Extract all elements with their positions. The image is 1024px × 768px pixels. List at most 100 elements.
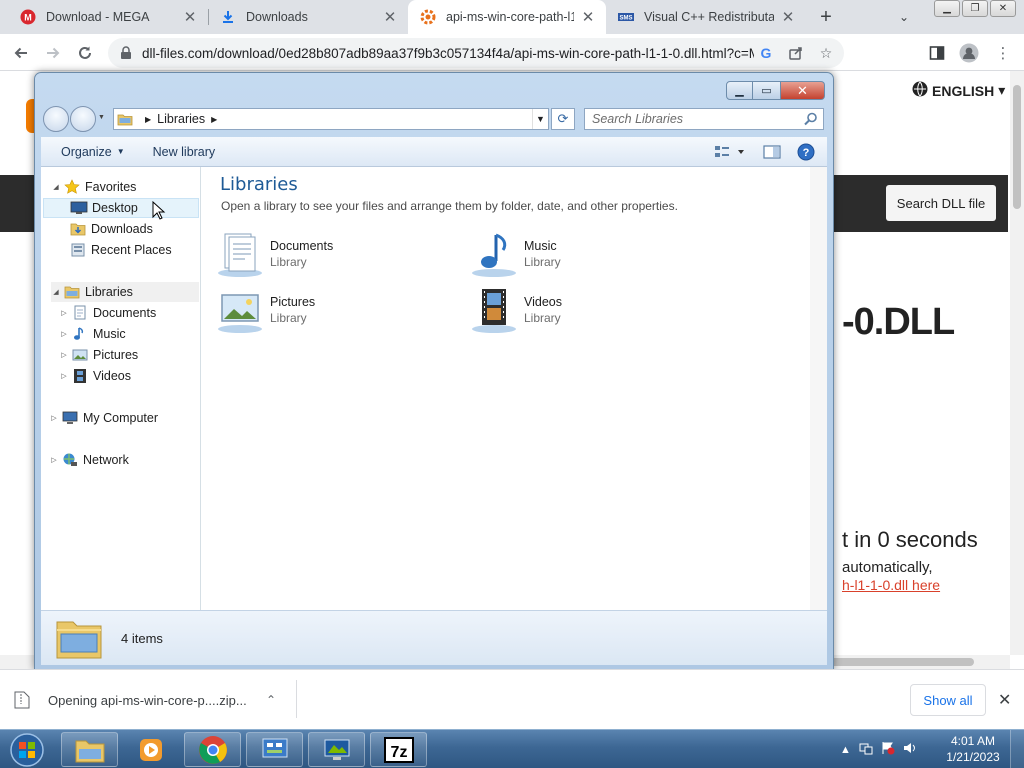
collapsed-triangle-icon[interactable]: ▷ xyxy=(49,456,59,464)
nav-videos[interactable]: ▷ Videos xyxy=(59,366,131,386)
url-text: dll-files.com/download/0ed28b807adb89aa3… xyxy=(142,45,754,61)
nav-recent-places[interactable]: Recent Places xyxy=(69,240,172,260)
close-icon[interactable]: ✕ xyxy=(780,9,796,26)
page-vertical-scrollbar[interactable] xyxy=(1010,71,1024,655)
close-icon[interactable]: ✕ xyxy=(580,9,596,26)
share-icon[interactable] xyxy=(784,41,808,65)
collapsed-triangle-icon[interactable]: ▷ xyxy=(59,351,69,359)
nav-favorites[interactable]: ◢ Favorites xyxy=(51,177,136,197)
show-desktop-button[interactable] xyxy=(1010,730,1024,768)
start-button[interactable] xyxy=(6,731,48,768)
computer-icon xyxy=(61,410,79,426)
taskbar-media-player[interactable] xyxy=(122,732,179,767)
new-tab-plus-icon[interactable]: + xyxy=(814,5,838,29)
taskbar-remote-desktop[interactable] xyxy=(308,732,365,767)
action-center-flag-icon[interactable] xyxy=(881,741,895,758)
nav-label: Downloads xyxy=(91,222,153,236)
maximize-icon[interactable]: ▭ xyxy=(753,81,781,100)
tab-mega[interactable]: M Download - MEGA ✕ xyxy=(8,0,208,34)
minimize-icon[interactable]: ▁ xyxy=(726,81,753,100)
google-translate-icon[interactable]: G xyxy=(754,41,778,65)
search-icon[interactable] xyxy=(803,111,819,127)
profile-avatar-icon[interactable] xyxy=(958,42,980,64)
taskbar-explorer[interactable] xyxy=(61,732,118,767)
collapsed-triangle-icon[interactable]: ▷ xyxy=(59,372,69,380)
collapsed-triangle-icon[interactable]: ▷ xyxy=(49,414,59,422)
nav-pictures[interactable]: ▷ Pictures xyxy=(59,345,138,365)
kebab-menu-icon[interactable]: ⋮ xyxy=(992,42,1014,64)
tab-search-chevron-icon[interactable]: ⌄ xyxy=(894,7,914,27)
close-icon[interactable]: ✕ xyxy=(382,9,398,26)
side-panel-icon[interactable] xyxy=(926,42,948,64)
help-icon[interactable]: ? xyxy=(795,141,817,163)
nav-libraries[interactable]: ◢ Libraries xyxy=(51,282,199,302)
library-name: Documents xyxy=(270,239,334,253)
bookmark-star-icon[interactable]: ☆ xyxy=(814,41,838,65)
breadcrumb-libraries[interactable]: Libraries xyxy=(157,112,205,126)
library-pictures[interactable]: Pictures Library xyxy=(216,285,436,335)
nav-label: Desktop xyxy=(92,201,138,215)
nav-music[interactable]: ▷ Music xyxy=(59,324,125,344)
nav-documents[interactable]: ▷ Documents xyxy=(59,303,156,323)
expanded-triangle-icon[interactable]: ◢ xyxy=(51,183,61,191)
explorer-search-input[interactable]: Search Libraries xyxy=(584,108,824,130)
close-icon[interactable]: ✕ xyxy=(182,9,198,26)
nav-desktop[interactable]: Desktop xyxy=(43,198,199,218)
nav-downloads[interactable]: Downloads xyxy=(69,219,153,239)
taskbar-7zip[interactable]: 7z xyxy=(370,732,427,767)
forward-arrow-icon[interactable] xyxy=(70,106,96,132)
network-status-icon[interactable] xyxy=(859,741,873,758)
tab-visual-cpp[interactable]: SMS Visual C++ Redistributabl ✕ xyxy=(606,0,806,34)
restore-icon[interactable]: ❐ xyxy=(962,0,988,17)
close-icon[interactable]: ✕ xyxy=(990,0,1016,17)
back-arrow-icon[interactable] xyxy=(43,106,69,132)
nav-network[interactable]: ▷ Network xyxy=(49,450,129,470)
nav-my-computer[interactable]: ▷ My Computer xyxy=(49,408,158,428)
scrollbar-thumb[interactable] xyxy=(830,658,974,666)
library-music[interactable]: Music Library xyxy=(470,229,690,279)
address-bar[interactable]: dll-files.com/download/0ed28b807adb89aa3… xyxy=(108,38,844,68)
minimize-icon[interactable]: ▁ xyxy=(934,0,960,17)
collapsed-triangle-icon[interactable]: ▷ xyxy=(59,330,69,338)
show-hidden-icons-chevron-icon[interactable]: ▲ xyxy=(840,744,851,756)
breadcrumb-arrow-icon[interactable]: ▶ xyxy=(145,115,151,124)
expanded-triangle-icon[interactable]: ◢ xyxy=(51,288,61,296)
manual-download-link[interactable]: h-l1-1-0.dll here xyxy=(842,577,940,593)
nav-label: Network xyxy=(83,453,129,467)
media-player-icon xyxy=(139,738,162,761)
taskbar-clock[interactable]: 4:01 AM 1/21/2023 xyxy=(940,733,1006,765)
language-selector[interactable]: ENGLISH ▾ xyxy=(912,81,1005,100)
download-item[interactable]: Opening api-ms-win-core-p....zip... ⌃ xyxy=(14,682,294,718)
preview-pane-icon[interactable] xyxy=(761,141,783,163)
breadcrumb-arrow-icon[interactable]: ▶ xyxy=(211,115,217,124)
close-icon[interactable]: ✕ xyxy=(781,81,825,100)
explorer-command-bar: Organize ▼ New library ? xyxy=(41,137,827,167)
volume-speaker-icon[interactable] xyxy=(903,741,917,758)
tab-dll-files[interactable]: api-ms-win-core-path-l1 ✕ xyxy=(408,0,606,34)
close-icon[interactable]: ✕ xyxy=(998,690,1011,710)
new-library-button[interactable]: New library xyxy=(139,145,230,159)
recent-pages-chevron-icon[interactable]: ▼ xyxy=(98,114,105,121)
tab-title: Downloads xyxy=(246,10,308,24)
library-videos[interactable]: Videos Library xyxy=(470,285,690,335)
collapsed-triangle-icon[interactable]: ▷ xyxy=(59,309,69,317)
taskbar-chrome[interactable] xyxy=(184,732,241,767)
change-view-icon[interactable] xyxy=(713,141,749,163)
back-arrow-icon[interactable] xyxy=(8,40,34,66)
organize-button[interactable]: Organize ▼ xyxy=(47,145,139,159)
content-scrollbar[interactable] xyxy=(810,167,827,610)
refresh-icon[interactable]: ⟳ xyxy=(551,108,575,130)
search-dll-button[interactable]: Search DLL file xyxy=(886,185,996,221)
address-dropdown-icon[interactable]: ▼ xyxy=(532,109,548,129)
reload-icon[interactable] xyxy=(72,40,98,66)
forward-arrow-icon[interactable] xyxy=(40,40,66,66)
nav-label: Videos xyxy=(93,369,131,383)
library-documents[interactable]: Documents Library xyxy=(216,229,436,279)
show-all-button[interactable]: Show all xyxy=(910,684,986,716)
explorer-address-bar[interactable]: ▶ Libraries ▶ ▼ xyxy=(113,108,549,130)
downloads-folder-icon xyxy=(69,221,87,237)
tab-downloads[interactable]: Downloads ✕ xyxy=(208,0,408,34)
scrollbar-thumb[interactable] xyxy=(1013,85,1021,209)
chevron-up-icon[interactable]: ⌃ xyxy=(266,693,276,707)
taskbar-control-panel[interactable] xyxy=(246,732,303,767)
